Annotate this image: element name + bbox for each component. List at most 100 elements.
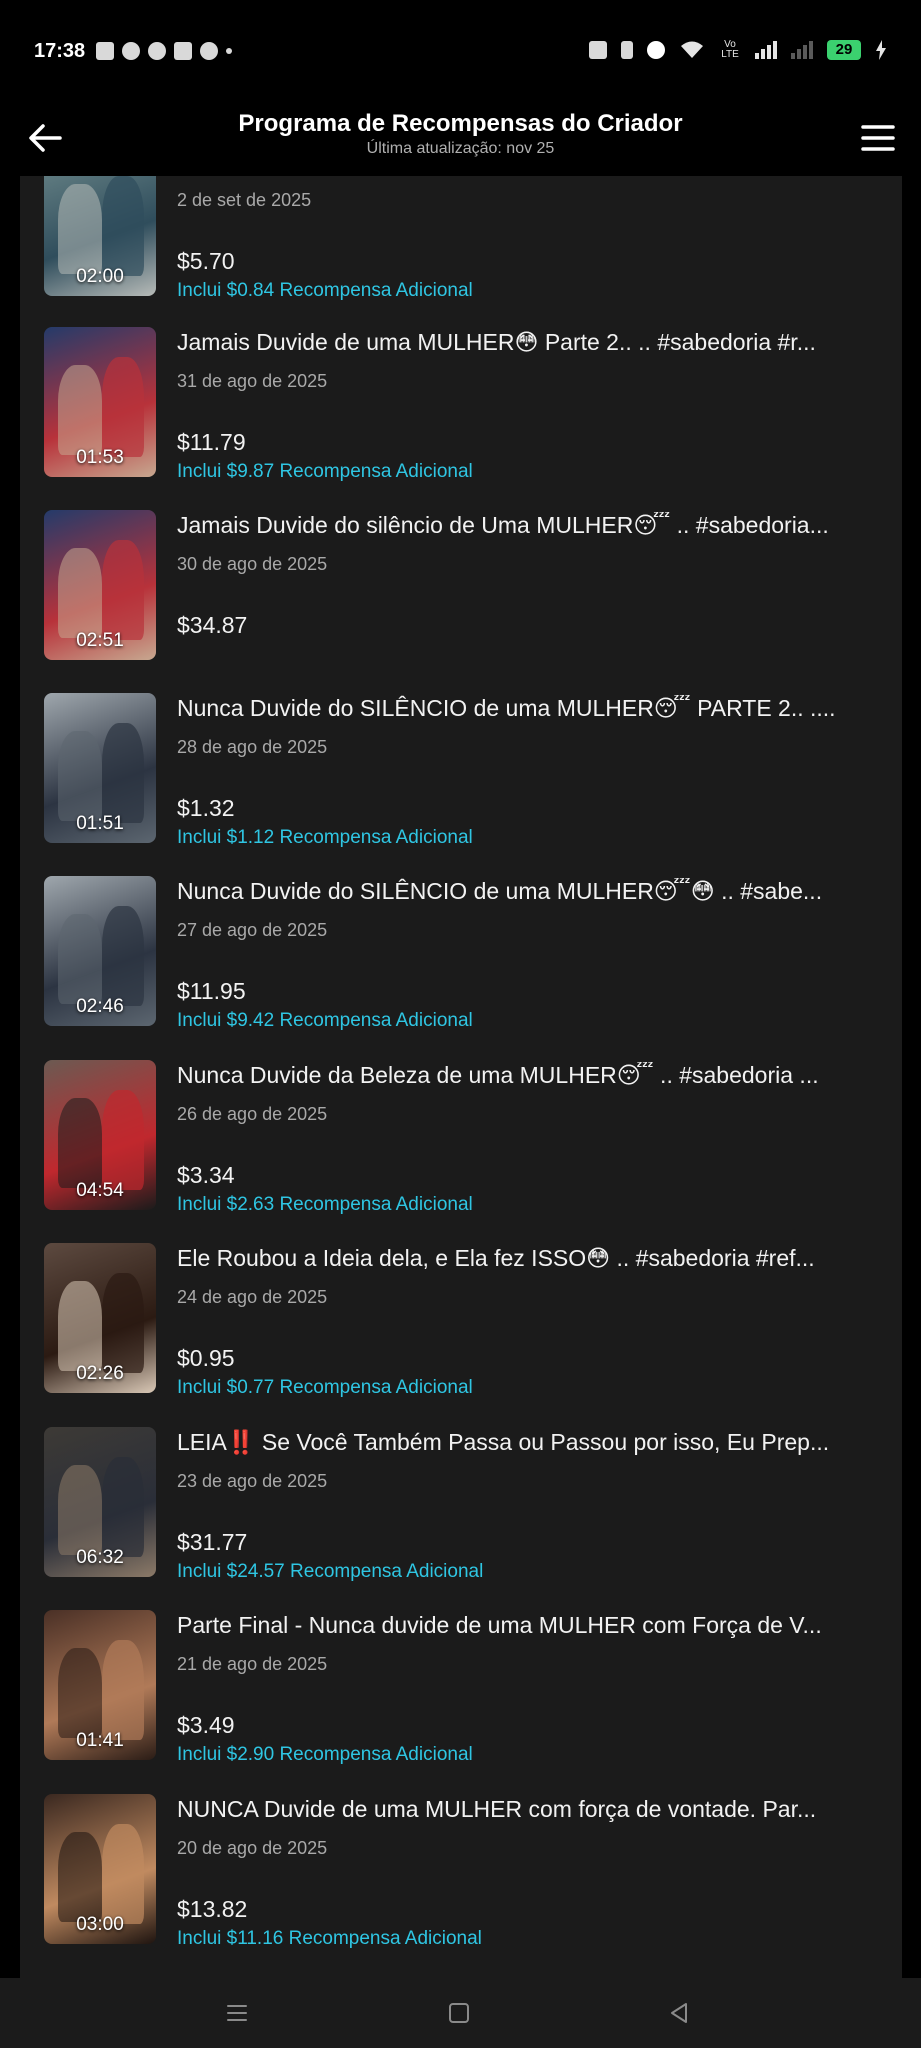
video-title: Jamais Duvide do silêncio de Uma MULHER😴…: [177, 512, 829, 538]
thumbnail-figure: [58, 731, 102, 821]
video-title: Ele Roubou a Ideia dela, e Ela fez ISSO😳…: [177, 1245, 815, 1271]
video-list-item[interactable]: 04:54 Nunca Duvide da Beleza de uma MULHE…: [20, 1060, 902, 1220]
earnings-amount: $1.32: [177, 795, 235, 821]
volte-label: Vo LTE: [721, 39, 739, 60]
page-title: Programa de Recompensas do Criador: [238, 110, 683, 137]
additional-reward: Inclui $11.16 Recompensa Adicional: [177, 1928, 482, 1949]
video-date: 23 de ago de 2025: [177, 1471, 328, 1491]
status-bar: 17:38 Vo LTE 29: [0, 0, 921, 104]
additional-reward: Inclui $1.12 Recompensa Adicional: [177, 827, 473, 848]
video-date: 20 de ago de 2025: [177, 1838, 328, 1858]
earnings-amount: $34.87: [177, 612, 248, 638]
recent-apps-button[interactable]: [222, 1998, 252, 2028]
charging-bolt-icon: [876, 40, 886, 60]
video-thumbnail[interactable]: 01:51: [44, 693, 156, 843]
thumbnail-figure: [58, 1648, 102, 1738]
earnings-amount: $0.95: [177, 1345, 235, 1371]
video-duration: 01:41: [76, 1730, 124, 1751]
video-list-item[interactable]: 02:26 Ele Roubou a Ideia dela, e Ela fez …: [20, 1243, 902, 1403]
earnings-amount: $11.79: [177, 429, 246, 455]
video-list-item[interactable]: 02:51 Jamais Duvide do silêncio de Uma MU…: [20, 510, 902, 670]
thumbnail-figure: [102, 1824, 144, 1924]
video-date: 30 de ago de 2025: [177, 554, 328, 574]
thumbnail-figure: [102, 1273, 144, 1373]
video-title: Parte Final - Nunca duvide de uma MULHER…: [177, 1612, 822, 1638]
thumbnail-figure: [58, 365, 102, 455]
thumbnail-figure: [102, 176, 144, 276]
video-thumbnail[interactable]: 01:41: [44, 1610, 156, 1760]
system-icons: Vo LTE 29: [589, 40, 887, 60]
nfc-icon: [589, 41, 607, 59]
thumbnail-figure: [58, 1832, 102, 1922]
video-duration: 02:26: [76, 1363, 124, 1384]
vibrate-icon: [621, 41, 633, 59]
video-title: Nunca Duvide da Beleza de uma MULHER😴 ..…: [177, 1062, 819, 1088]
video-title: Nunca Duvide do SILÊNCIO de uma MULHER😴 …: [177, 695, 836, 721]
video-date: 21 de ago de 2025: [177, 1654, 328, 1674]
video-list-item[interactable]: 01:53 Jamais Duvide de uma MULHER😳 Parte …: [20, 327, 902, 487]
video-thumbnail[interactable]: 02:26: [44, 1243, 156, 1393]
additional-reward: Inclui $2.90 Recompensa Adicional: [177, 1744, 473, 1765]
do-not-disturb-moon-icon: [647, 41, 665, 59]
additional-reward: Inclui $9.42 Recompensa Adicional: [177, 1010, 473, 1031]
home-square-icon: [449, 2003, 469, 2023]
more-notifications-dot-icon: [226, 48, 232, 54]
earnings-amount: $13.82: [177, 1896, 248, 1922]
video-thumbnail[interactable]: 01:53: [44, 327, 156, 477]
thumbnail-figure: [58, 914, 102, 1004]
additional-reward: Inclui $9.87 Recompensa Adicional: [177, 461, 473, 482]
recent-apps-icon: [227, 2005, 247, 2021]
video-thumbnail[interactable]: 02:51: [44, 510, 156, 660]
video-duration: 02:51: [76, 630, 124, 651]
hamburger-menu-icon: [861, 125, 895, 151]
home-button[interactable]: [444, 1998, 474, 2028]
video-duration: 01:53: [76, 447, 124, 468]
video-thumbnail[interactable]: 06:32: [44, 1427, 156, 1577]
signal-icon: [755, 41, 777, 59]
video-thumbnail[interactable]: 02:46: [44, 876, 156, 1026]
wifi-icon: [681, 41, 703, 58]
video-thumbnail[interactable]: 02:00: [44, 176, 156, 296]
menu-button[interactable]: [861, 120, 895, 156]
thumbnail-figure: [102, 1090, 144, 1190]
tiktok-app-icon: [148, 42, 166, 60]
video-duration: 06:32: [76, 1547, 124, 1568]
video-earnings-list[interactable]: 02:00 2 de set de 2025 $5.70 Inclui $0.84 R…: [20, 176, 902, 1978]
browser-app-icon: [122, 42, 140, 60]
app-header: Programa de Recompensas do Criador Últim…: [0, 104, 921, 176]
thumbnail-figure: [102, 1640, 144, 1740]
earnings-amount: $31.77: [177, 1529, 248, 1555]
video-title: Jamais Duvide de uma MULHER😳 Parte 2.. .…: [177, 329, 816, 355]
video-list-item[interactable]: 06:32 LEIA‼️ Se Você Também Passa ou Pass…: [20, 1427, 902, 1587]
video-date: 2 de set de 2025: [177, 190, 312, 210]
youtube-app-icon: [174, 42, 192, 60]
thumbnail-figure: [58, 1098, 102, 1188]
battery-icon: 29: [827, 40, 861, 60]
video-list-item[interactable]: 02:00 2 de set de 2025 $5.70 Inclui $0.84 R…: [20, 176, 902, 306]
thumbnail-figure: [58, 1281, 102, 1371]
video-duration: 01:51: [76, 813, 124, 834]
additional-reward: Inclui $0.77 Recompensa Adicional: [177, 1377, 473, 1398]
earnings-amount: $3.49: [177, 1712, 235, 1738]
back-nav-button[interactable]: [664, 1998, 694, 2028]
additional-reward: Inclui $24.57 Recompensa Adicional: [177, 1561, 484, 1582]
video-duration: 03:00: [76, 1914, 124, 1935]
video-title: Nunca Duvide do SILÊNCIO de uma MULHER😴😳…: [177, 878, 823, 904]
thumbnail-figure: [102, 357, 144, 457]
video-list-item[interactable]: 03:00 NUNCA Duvide de uma MULHER com forç…: [20, 1794, 902, 1954]
video-duration: 04:54: [76, 1180, 124, 1201]
video-list-item[interactable]: 01:51 Nunca Duvide do SILÊNCIO de uma MUL…: [20, 693, 902, 853]
video-thumbnail[interactable]: 04:54: [44, 1060, 156, 1210]
video-date: 26 de ago de 2025: [177, 1104, 328, 1124]
earnings-amount: $5.70: [177, 248, 235, 274]
additional-reward: Inclui $2.63 Recompensa Adicional: [177, 1194, 473, 1215]
signal-secondary-icon: [791, 41, 813, 59]
video-duration: 02:00: [76, 266, 124, 287]
video-date: 28 de ago de 2025: [177, 737, 328, 757]
video-title: LEIA‼️ Se Você Também Passa ou Passou po…: [177, 1429, 830, 1455]
video-list-item[interactable]: 02:46 Nunca Duvide do SILÊNCIO de uma MUL…: [20, 876, 902, 1036]
last-updated: Última atualização: nov 25: [366, 140, 555, 157]
video-list-item[interactable]: 01:41 Parte Final - Nunca duvide de uma M…: [20, 1610, 902, 1770]
notification-icons: [96, 42, 232, 60]
video-thumbnail[interactable]: 03:00: [44, 1794, 156, 1944]
